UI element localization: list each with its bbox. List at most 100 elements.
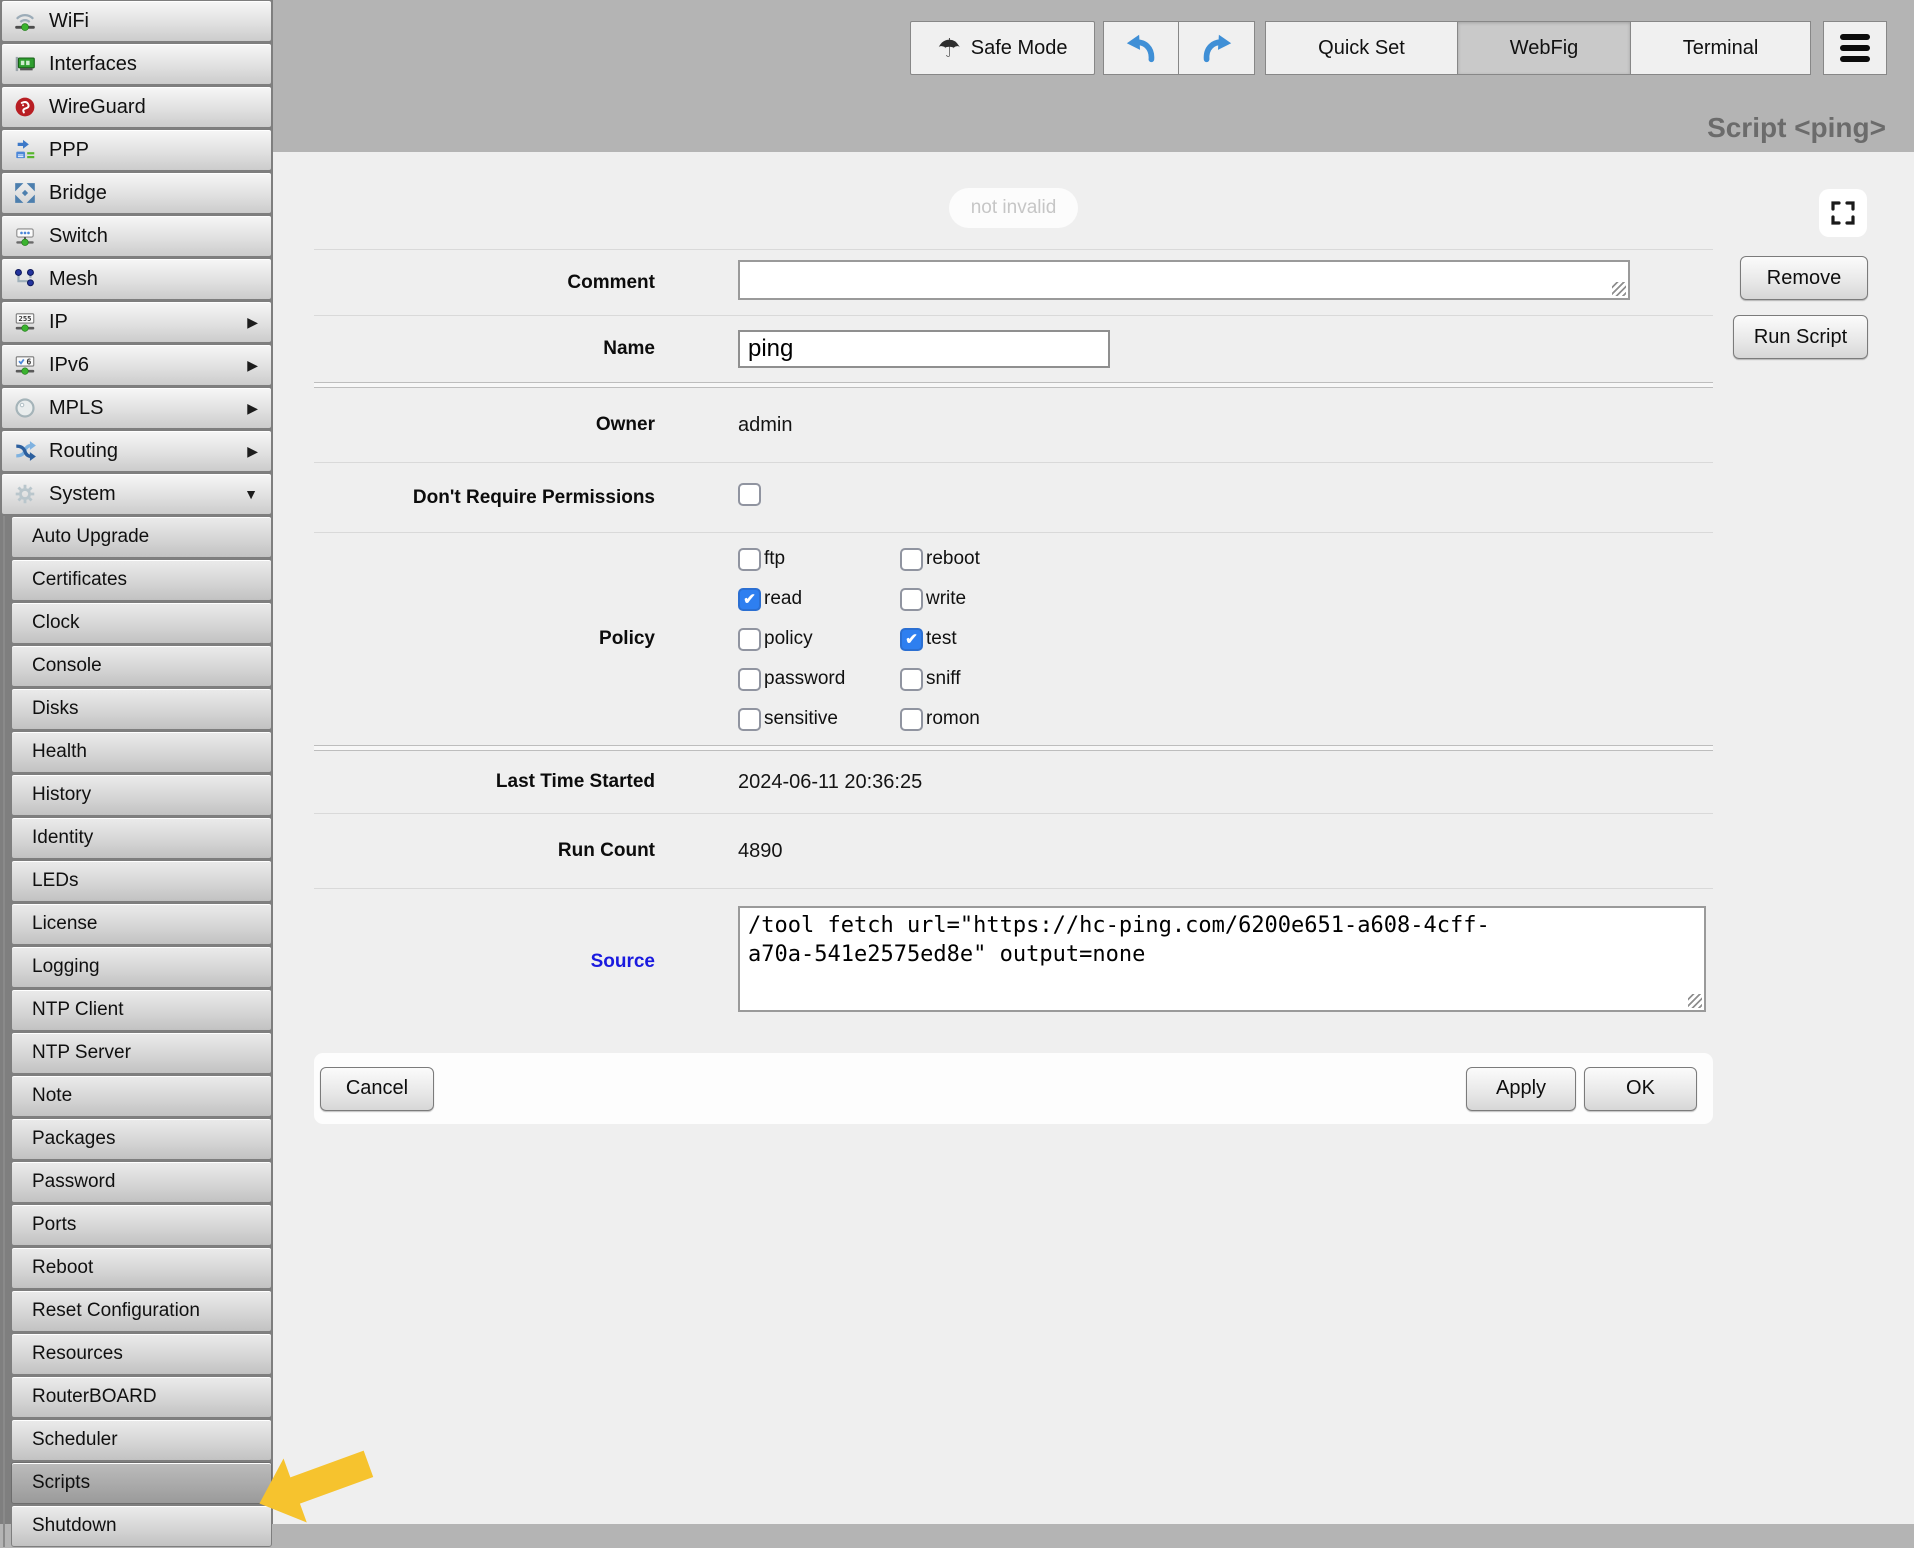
sidebar-item-label: Switch: [49, 225, 108, 248]
chevron-right-icon: ▶: [247, 400, 258, 417]
sidebar-item-disks[interactable]: Disks: [11, 688, 272, 730]
cancel-button[interactable]: Cancel: [320, 1067, 434, 1111]
policy-option-test: test: [900, 628, 1062, 651]
policy-option-label: password: [764, 668, 845, 690]
sensitive-checkbox[interactable]: [738, 708, 761, 731]
sidebar-item-ip[interactable]: 255IP▶: [1, 301, 272, 343]
sidebar-item-reboot[interactable]: Reboot: [11, 1247, 272, 1289]
remove-button[interactable]: Remove: [1740, 256, 1868, 300]
sidebar-item-health[interactable]: Health: [11, 731, 272, 773]
sidebar-item-ntp-client[interactable]: NTP Client: [11, 989, 272, 1031]
svg-text:6: 6: [26, 356, 31, 366]
sidebar-item-note[interactable]: Note: [11, 1075, 272, 1117]
read-checkbox[interactable]: [738, 588, 761, 611]
policy-option-label: test: [926, 628, 957, 650]
policy-option-sniff: sniff: [900, 668, 1062, 691]
last-time-started-value: 2024-06-11 20:36:25: [738, 771, 1713, 794]
sidebar-item-reset-configuration[interactable]: Reset Configuration: [11, 1290, 272, 1332]
safe-mode-button[interactable]: ☂ Safe Mode: [910, 21, 1095, 75]
chevron-down-icon: ▼: [244, 486, 258, 502]
policy-option-policy: policy: [738, 628, 900, 651]
sidebar-item-wireguard[interactable]: WireGuard: [1, 86, 272, 128]
sidebar-item-wifi[interactable]: WiFi: [1, 0, 272, 42]
sidebar-item-label: Ports: [32, 1214, 76, 1236]
sidebar-item-ipv6[interactable]: 6IPv6▶: [1, 344, 272, 386]
sidebar-item-label: Mesh: [49, 268, 98, 291]
sniff-checkbox[interactable]: [900, 668, 923, 691]
sidebar-item-label: Disks: [32, 698, 78, 720]
sidebar-item-routing[interactable]: Routing▶: [1, 430, 272, 472]
sidebar-item-mpls[interactable]: MPLS▶: [1, 387, 272, 429]
form-actions-bar: Cancel Apply OK: [314, 1053, 1713, 1124]
sidebar-item-label: Resources: [32, 1343, 123, 1365]
menu-button[interactable]: [1823, 21, 1887, 75]
sidebar-item-label: Identity: [32, 827, 93, 849]
sidebar-item-packages[interactable]: Packages: [11, 1118, 272, 1160]
sidebar-item-certificates[interactable]: Certificates: [11, 559, 272, 601]
reboot-checkbox[interactable]: [900, 548, 923, 571]
sidebar-item-label: IP: [49, 311, 68, 334]
policy-option-label: policy: [764, 628, 813, 650]
sidebar-item-ports[interactable]: Ports: [11, 1204, 272, 1246]
sidebar-item-shutdown[interactable]: Shutdown: [11, 1505, 272, 1547]
sidebar-item-scheduler[interactable]: Scheduler: [11, 1419, 272, 1461]
sidebar-item-license[interactable]: License: [11, 903, 272, 945]
redo-button[interactable]: [1179, 21, 1255, 75]
sidebar-item-clock[interactable]: Clock: [11, 602, 272, 644]
source-textarea[interactable]: /tool fetch url="https://hc-ping.com/620…: [738, 906, 1706, 1012]
name-input[interactable]: [738, 330, 1110, 368]
sidebar-item-system[interactable]: System▼: [1, 473, 272, 515]
tab-webfig[interactable]: WebFig: [1458, 21, 1630, 75]
sidebar-item-label: Reset Configuration: [32, 1300, 200, 1322]
mpls-icon: [12, 396, 38, 420]
sidebar-item-label: Scheduler: [32, 1429, 118, 1451]
ftp-checkbox[interactable]: [738, 548, 761, 571]
sidebar-item-label: Password: [32, 1171, 115, 1193]
policy-option-label: sensitive: [764, 708, 838, 730]
sidebar-item-history[interactable]: History: [11, 774, 272, 816]
policy-checkbox[interactable]: [738, 628, 761, 651]
sidebar-item-password[interactable]: Password: [11, 1161, 272, 1203]
sidebar-item-label: License: [32, 913, 98, 935]
romon-checkbox[interactable]: [900, 708, 923, 731]
run-script-button[interactable]: Run Script: [1733, 315, 1868, 359]
sidebar-item-label: PPP: [49, 139, 89, 162]
tab-terminal[interactable]: Terminal: [1630, 21, 1811, 75]
sidebar-item-label: Note: [32, 1085, 72, 1107]
sidebar-item-console[interactable]: Console: [11, 645, 272, 687]
password-checkbox[interactable]: [738, 668, 761, 691]
sidebar-item-logging[interactable]: Logging: [11, 946, 272, 988]
sidebar-item-bridge[interactable]: Bridge: [1, 172, 272, 214]
sidebar-item-label: Auto Upgrade: [32, 526, 149, 548]
write-checkbox[interactable]: [900, 588, 923, 611]
redo-icon: [1200, 31, 1234, 65]
policy-label: Policy: [314, 628, 738, 650]
undo-button[interactable]: [1103, 21, 1179, 75]
script-form: not invalid Comment Name Owner admin Don…: [314, 152, 1713, 1124]
dont-require-permissions-checkbox[interactable]: [738, 483, 761, 506]
sidebar-item-leds[interactable]: LEDs: [11, 860, 272, 902]
sidebar-item-scripts[interactable]: Scripts: [11, 1462, 272, 1504]
tab-quick-set[interactable]: Quick Set: [1265, 21, 1458, 75]
sidebar-item-interfaces[interactable]: Interfaces: [1, 43, 272, 85]
sidebar-item-label: WireGuard: [49, 96, 146, 119]
apply-button[interactable]: Apply: [1466, 1067, 1576, 1111]
ok-button[interactable]: OK: [1584, 1067, 1697, 1111]
sidebar-item-ppp[interactable]: PPP: [1, 129, 272, 171]
test-checkbox[interactable]: [900, 628, 923, 651]
policy-option-sensitive: sensitive: [738, 708, 900, 731]
sidebar-item-identity[interactable]: Identity: [11, 817, 272, 859]
sidebar-item-routerboard[interactable]: RouterBOARD: [11, 1376, 272, 1418]
ip-icon: 255: [12, 310, 38, 334]
fullscreen-button[interactable]: [1819, 189, 1867, 237]
run-count-row: Run Count 4890: [314, 813, 1713, 888]
sidebar-item-mesh[interactable]: Mesh: [1, 258, 272, 300]
source-label: Source: [314, 951, 738, 973]
comment-textarea[interactable]: [738, 260, 1630, 300]
sidebar-item-label: NTP Server: [32, 1042, 131, 1064]
sidebar-item-ntp-server[interactable]: NTP Server: [11, 1032, 272, 1074]
sidebar-item-switch[interactable]: Switch: [1, 215, 272, 257]
sidebar-item-auto-upgrade[interactable]: Auto Upgrade: [11, 516, 272, 558]
sidebar-top-items: WiFiInterfaces WireGuard PPP Bridge Switch Me…: [0, 0, 273, 515]
sidebar-item-resources[interactable]: Resources: [11, 1333, 272, 1375]
